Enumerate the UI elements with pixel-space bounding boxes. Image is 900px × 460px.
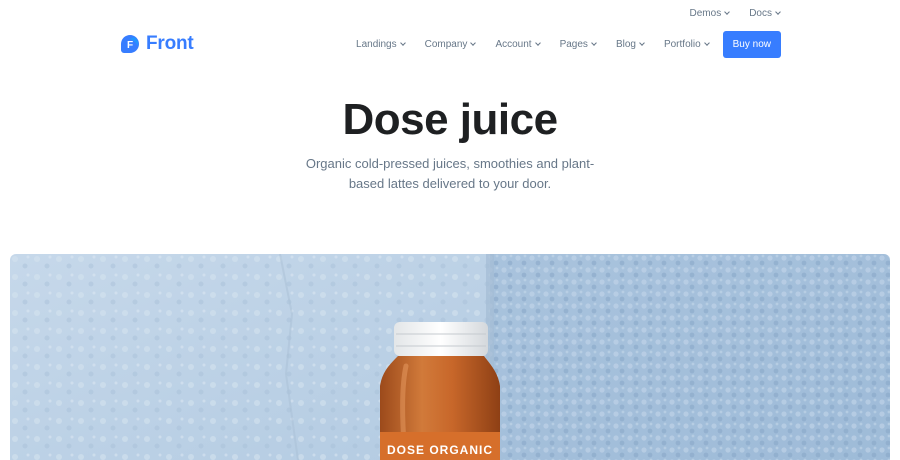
chevron-down-icon [775, 9, 781, 15]
chevron-down-icon [399, 39, 406, 46]
chevron-down-icon [703, 39, 710, 46]
nav-item-company[interactable]: Company [424, 38, 477, 50]
buy-now-button[interactable]: Buy now [722, 30, 781, 58]
chevron-down-icon [639, 39, 645, 46]
nav-item-label: Company [424, 38, 468, 50]
page-title: Dose juice [342, 95, 558, 144]
brand-logo-link[interactable]: F Front [120, 33, 194, 55]
main-header: F Front Landings Company Account Pages B… [120, 30, 781, 58]
chevron-down-icon [534, 39, 541, 46]
nav-item-label: Portfolio [663, 38, 701, 50]
chevron-down-icon [470, 39, 477, 46]
bottle-label-text: DOSE ORGANIC [387, 443, 493, 457]
docs-dropdown[interactable]: Docs [749, 8, 781, 19]
product-hero-image: DOSE ORGANIC [10, 254, 890, 460]
primary-nav: Landings Company Account Pages Blog Port… [336, 30, 781, 58]
hero-section: Dose juice Organic cold-pressed juices, … [0, 92, 900, 194]
demos-dropdown[interactable]: Demos [689, 8, 731, 19]
front-logo-icon: F [120, 34, 140, 54]
demos-label: Demos [689, 8, 722, 19]
docs-label: Docs [749, 8, 772, 19]
nav-item-label: Landings [356, 38, 397, 50]
chevron-down-icon [724, 9, 731, 15]
nav-item-account[interactable]: Account [495, 38, 541, 50]
nav-item-portfolio[interactable]: Portfolio [663, 38, 710, 50]
top-utility-bar: Demos Docs [689, 8, 781, 19]
nav-item-blog[interactable]: Blog [615, 38, 645, 50]
logo-letter: F [127, 40, 133, 51]
nav-item-landings[interactable]: Landings [356, 38, 406, 50]
hero-subtitle: Organic cold-pressed juices, smoothies a… [305, 156, 595, 191]
chevron-down-icon [591, 39, 597, 46]
nav-item-label: Account [495, 38, 532, 50]
nav-item-label: Blog [615, 38, 636, 50]
brand-name: Front [146, 33, 194, 54]
nav-item-pages[interactable]: Pages [559, 38, 597, 50]
nav-item-label: Pages [559, 38, 588, 50]
juice-bottle-illustration: DOSE ORGANIC [380, 322, 500, 460]
